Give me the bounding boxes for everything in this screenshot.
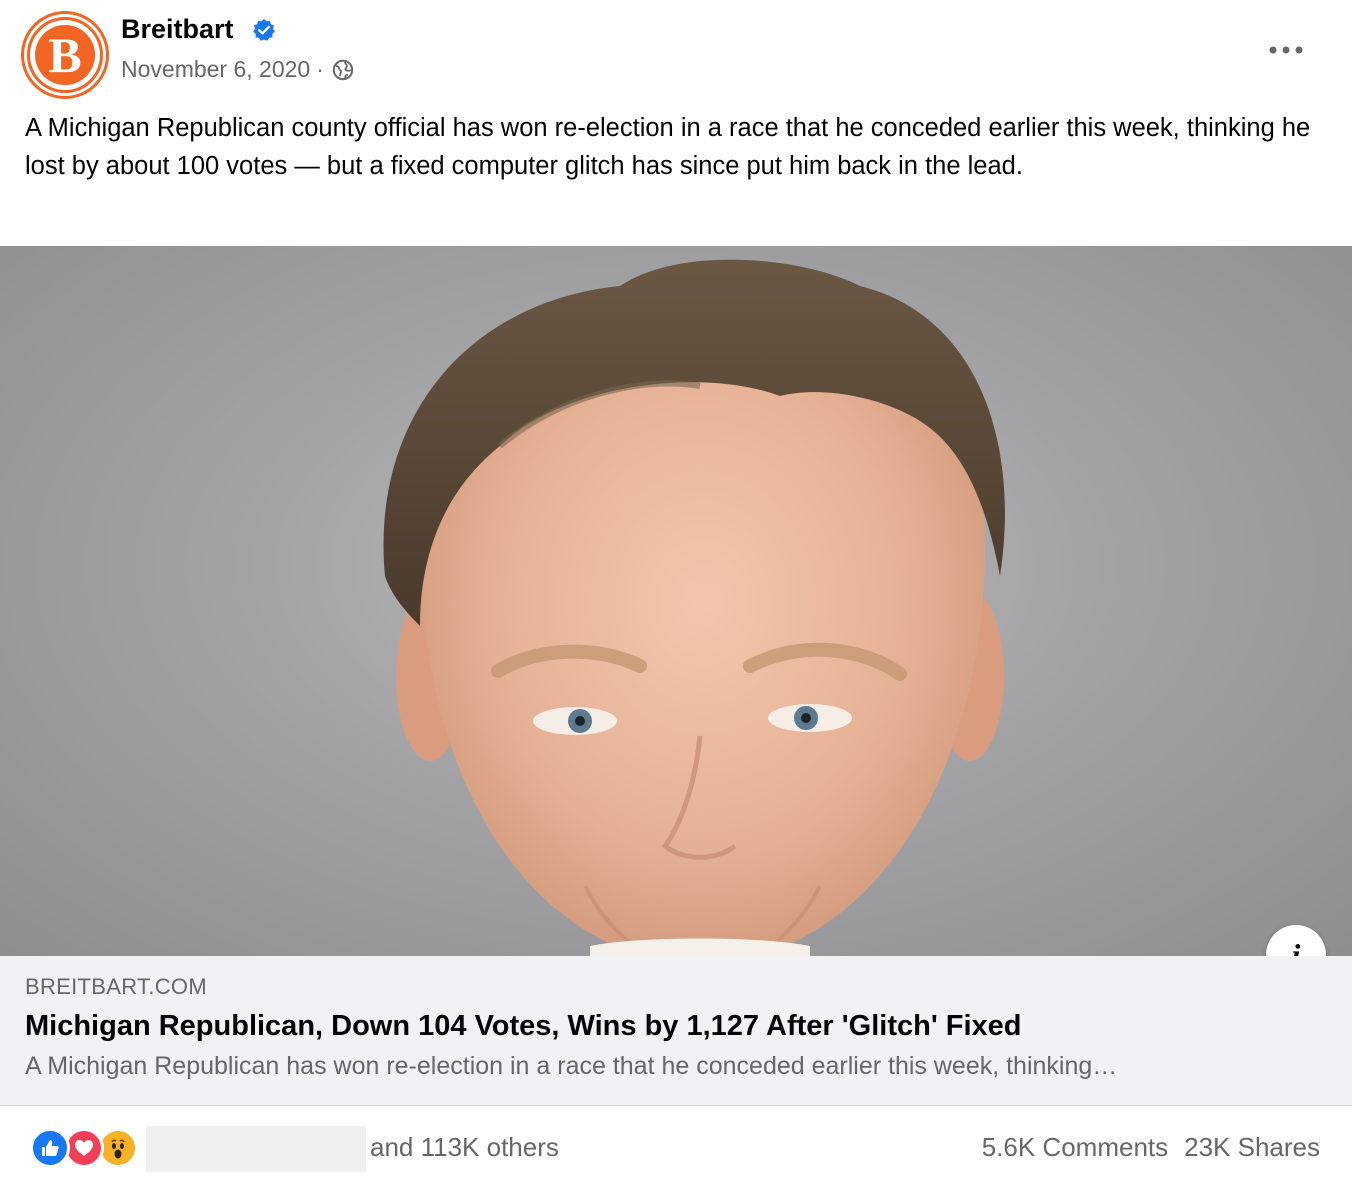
post-caption: A Michigan Republican county official ha… — [25, 114, 1311, 180]
like-icon — [30, 1128, 70, 1168]
love-icon — [64, 1128, 104, 1168]
reaction-icons[interactable] — [30, 1128, 142, 1168]
avatar-ring: B — [30, 20, 100, 90]
meta-separator: · — [316, 56, 324, 82]
post-date-link[interactable]: November 6, 2020 — [121, 56, 310, 83]
portrait-illustration — [383, 259, 1005, 956]
verified-badge-icon — [253, 19, 275, 41]
globe-icon[interactable] — [332, 59, 354, 81]
redacted-names — [146, 1126, 366, 1172]
page-avatar[interactable]: B — [24, 14, 106, 96]
wow-icon — [98, 1128, 138, 1168]
link-domain: BREITBART.COM — [25, 974, 207, 999]
avatar-logo: B — [35, 25, 95, 85]
post-header: B Breitbart November 6, 2020 · — [0, 0, 1352, 100]
engagement-counts: 5.6K Comments 23K Shares — [982, 1132, 1320, 1163]
shares-count-link[interactable]: 23K Shares — [1184, 1132, 1320, 1163]
more-options-icon[interactable] — [1262, 30, 1310, 70]
comments-count-link[interactable]: 5.6K Comments — [982, 1132, 1168, 1163]
link-title[interactable]: Michigan Republican, Down 104 Votes, Win… — [25, 1010, 1022, 1043]
page-name-link[interactable]: Breitbart — [121, 14, 234, 45]
post-meta: November 6, 2020 · — [121, 56, 354, 83]
link-preview-card[interactable]: BREITBART.COM Michigan Republican, Down … — [0, 956, 1352, 1106]
link-preview-image[interactable] — [0, 246, 1352, 956]
link-description: A Michigan Republican has won re-electio… — [25, 1052, 1118, 1080]
engagement-bar: and 113K others 5.6K Comments 23K Shares — [0, 1106, 1352, 1190]
reaction-others-link[interactable]: and 113K others — [370, 1132, 559, 1163]
more-dots-glyph — [1269, 46, 1303, 54]
